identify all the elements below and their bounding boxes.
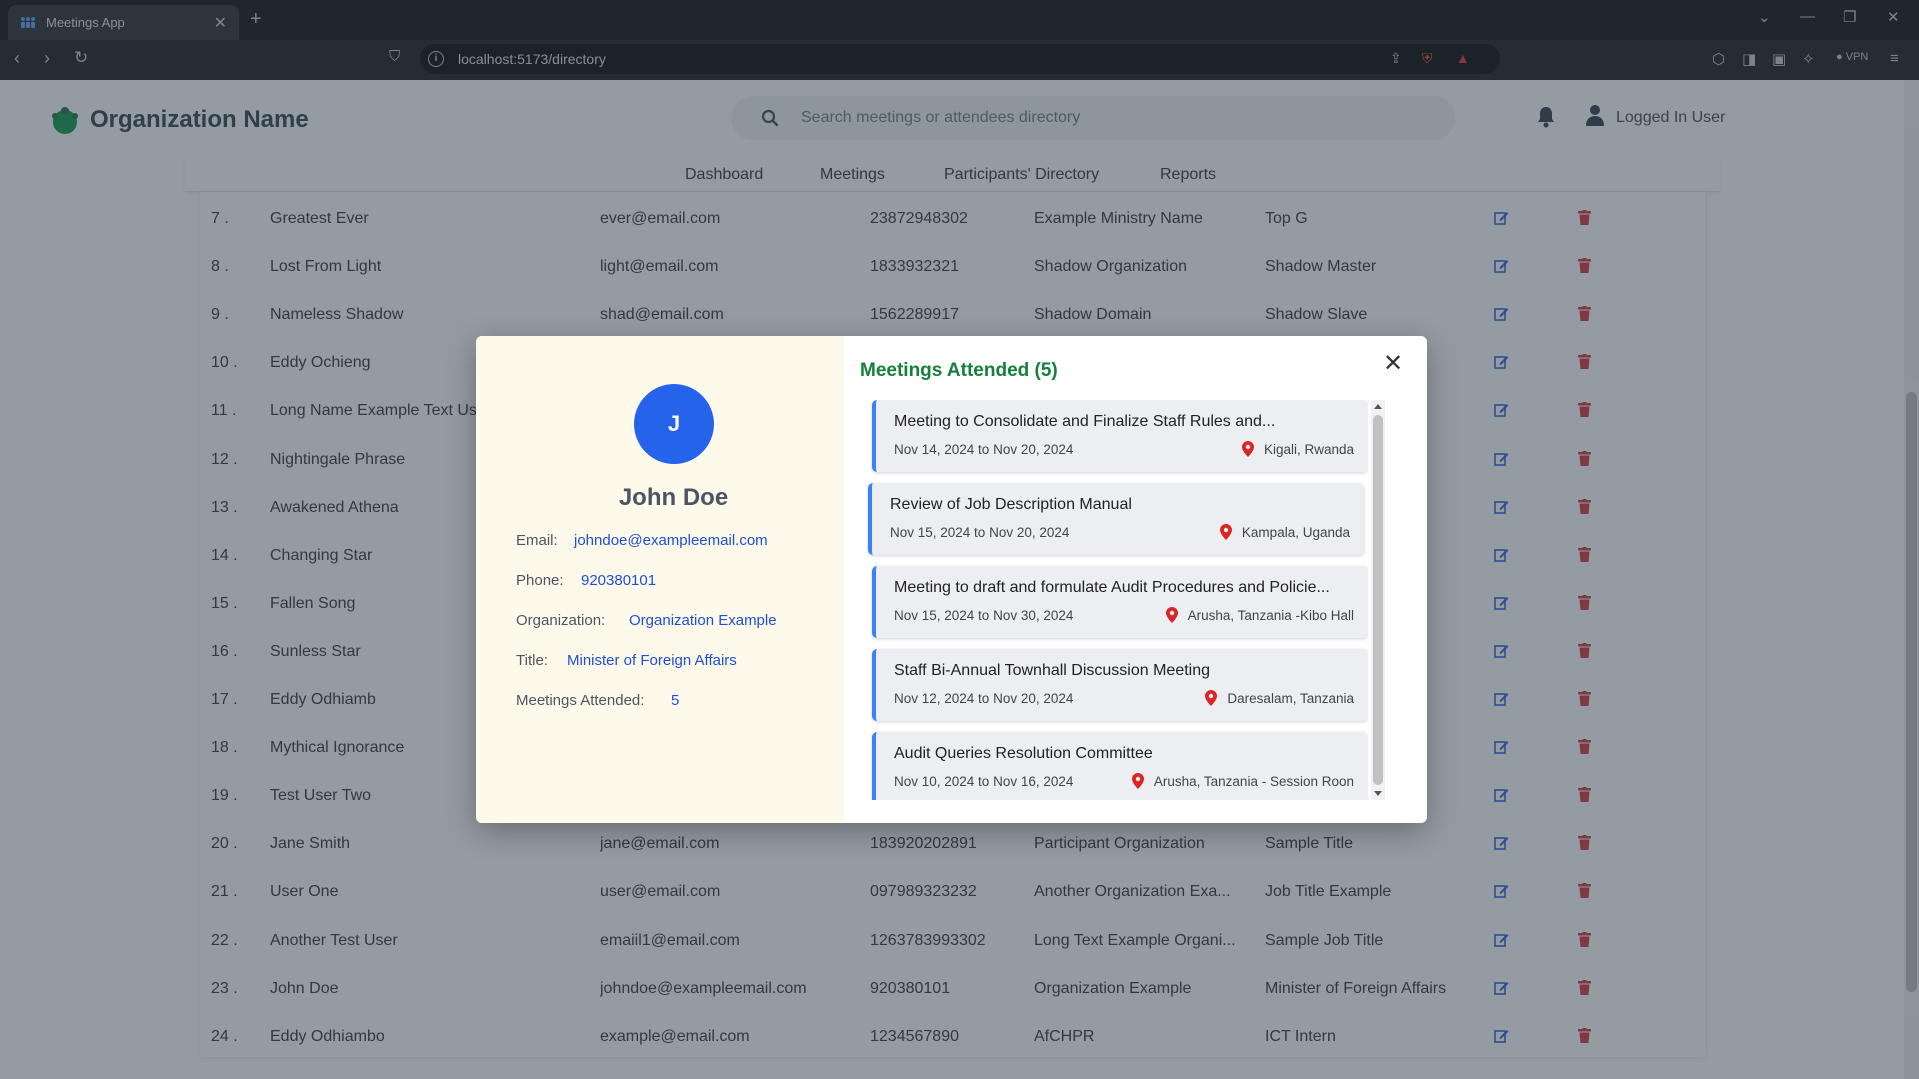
meeting-location-text: Kigali, Rwanda	[1263, 441, 1354, 457]
meetings-scrollbar-thumb[interactable]	[1373, 415, 1383, 785]
meeting-title: Audit Queries Resolution Committee	[894, 745, 1153, 762]
title-value[interactable]: Minister of Foreign Affairs	[567, 652, 737, 669]
meeting-location-text: Arusha, Tanzania - Session Roon	[1153, 773, 1354, 789]
meetings-attended-count[interactable]: 5	[671, 692, 679, 709]
participant-details-modal: J John Doe Email: johndoe@exampleemail.c…	[476, 336, 1427, 823]
email-value[interactable]: johndoe@exampleemail.com	[574, 532, 768, 549]
meeting-dates: Nov 10, 2024 to Nov 16, 2024	[894, 774, 1074, 789]
meetings-panel: Meetings Attended (5) ✕ Meeting to Conso…	[844, 336, 1427, 823]
meeting-dates: Nov 14, 2024 to Nov 20, 2024	[894, 442, 1074, 457]
meeting-title: Meeting to draft and formulate Audit Pro…	[894, 579, 1330, 596]
meeting-location: Arusha, Tanzania - Session Roon	[1131, 773, 1354, 789]
meeting-card[interactable]: Review of Job Description Manual Nov 15, …	[868, 483, 1364, 555]
location-pin-icon	[1219, 524, 1232, 540]
meeting-dates: Nov 12, 2024 to Nov 20, 2024	[894, 691, 1074, 706]
meeting-card[interactable]: Meeting to Consolidate and Finalize Staf…	[872, 400, 1368, 472]
profile-panel: J John Doe Email: johndoe@exampleemail.c…	[476, 336, 844, 823]
location-pin-icon	[1165, 607, 1178, 623]
participant-name: John Doe	[618, 484, 729, 511]
title-label: Title:	[516, 652, 548, 669]
meeting-location-text: Arusha, Tanzania -Kibo Hall	[1187, 607, 1354, 623]
organization-label: Organization:	[516, 612, 606, 629]
meeting-dates: Nov 15, 2024 to Nov 20, 2024	[890, 525, 1070, 540]
location-pin-icon	[1131, 773, 1144, 789]
scroll-up-arrow-icon[interactable]	[1374, 404, 1382, 409]
meetings-attended-label: Meetings Attended:	[516, 692, 645, 709]
meetings-heading: Meetings Attended (5)	[860, 360, 1058, 381]
avatar: J	[634, 384, 714, 464]
location-pin-icon	[1205, 690, 1218, 706]
scroll-down-arrow-icon[interactable]	[1374, 791, 1382, 796]
meeting-card[interactable]: Staff Bi-Annual Townhall Discussion Meet…	[872, 649, 1368, 721]
meeting-card[interactable]: Meeting to draft and formulate Audit Pro…	[872, 566, 1368, 638]
meeting-location-text: Daresalam, Tanzania	[1227, 690, 1354, 706]
meeting-title: Review of Job Description Manual	[890, 496, 1132, 513]
meetings-list: Meeting to Consolidate and Finalize Staf…	[866, 400, 1368, 800]
meeting-location: Arusha, Tanzania -Kibo Hall	[1165, 607, 1354, 623]
meeting-title: Staff Bi-Annual Townhall Discussion Meet…	[894, 662, 1211, 679]
meeting-title: Meeting to Consolidate and Finalize Staf…	[894, 413, 1276, 430]
meeting-card[interactable]: Audit Queries Resolution Committee Nov 10…	[872, 732, 1368, 800]
organization-value[interactable]: Organization Example	[629, 612, 777, 629]
meetings-scrollbar[interactable]	[1371, 400, 1385, 800]
location-pin-icon	[1241, 441, 1254, 457]
phone-value[interactable]: 920380101	[581, 572, 656, 589]
meeting-dates: Nov 15, 2024 to Nov 30, 2024	[894, 608, 1074, 623]
email-label: Email:	[516, 532, 558, 549]
meeting-location: Kigali, Rwanda	[1241, 441, 1354, 457]
meeting-location: Daresalam, Tanzania	[1205, 690, 1354, 706]
phone-label: Phone:	[516, 572, 564, 589]
meeting-location-text: Kampala, Uganda	[1241, 524, 1350, 540]
close-modal-button[interactable]: ✕	[1380, 351, 1406, 377]
meeting-location: Kampala, Uganda	[1219, 524, 1350, 540]
